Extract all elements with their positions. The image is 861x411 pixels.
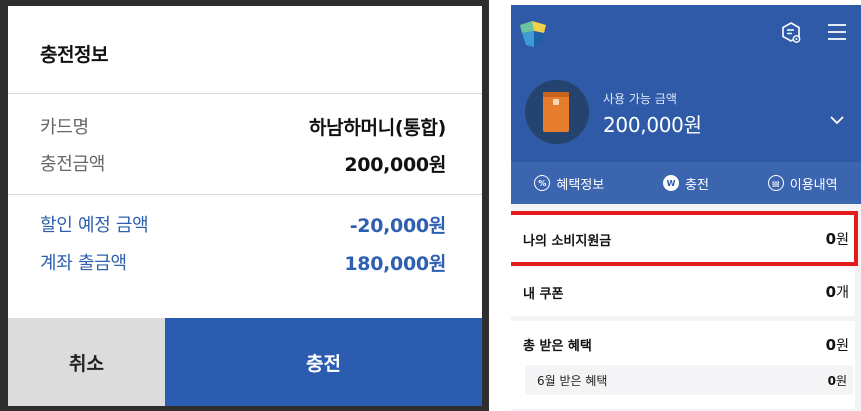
card-thumbnail [525, 80, 589, 144]
won-icon: W [663, 175, 680, 191]
spending-support-label: 나의 소비지원금 [523, 233, 612, 249]
menu-icon[interactable] [825, 21, 849, 43]
discount-value: -20,000원 [349, 214, 447, 237]
tab-label: 이용내역 [789, 177, 838, 193]
tab-history[interactable]: ▤ 이용내역 [744, 162, 861, 204]
percent-icon: % [534, 175, 551, 191]
withdraw-value: 180,000원 [344, 252, 446, 275]
divider [8, 194, 482, 195]
card-name-value: 하남하머니(통합) [308, 116, 446, 139]
unit: 개 [836, 285, 849, 301]
spending-support-item[interactable]: 나의 소비지원금 0원 [511, 215, 855, 263]
card-name-label: 카드명 [40, 117, 89, 138]
charge-amount-value: 200,000원 [344, 153, 446, 176]
balance-label: 사용 가능 금액 [603, 92, 677, 106]
dialog-title: 충전정보 [40, 44, 108, 66]
discount-row: 할인 예정 금액 -20,000원 [40, 210, 446, 238]
app-header [511, 5, 861, 60]
divider [8, 93, 482, 94]
withdraw-label: 계좌 출금액 [40, 253, 127, 274]
charge-amount-row: 충전금액 200,000원 [40, 149, 446, 177]
dialog-backdrop: 충전정보 카드명 하남하머니(통합) 충전금액 200,000원 할인 예정 금… [0, 0, 489, 411]
total-benefit-value: 0원 [826, 335, 849, 355]
monthly-benefit-label: 6월 받은 혜택 [537, 373, 608, 388]
history-icon: ▤ [767, 175, 784, 191]
charge-button[interactable]: 충전 [165, 318, 482, 406]
spending-support-value: 0원 [826, 229, 849, 249]
discount-label: 할인 예정 금액 [40, 215, 149, 236]
tab-label: 혜택정보 [556, 177, 605, 193]
tab-charge[interactable]: W 충전 [628, 162, 745, 204]
card-image [543, 92, 569, 132]
app-screen: 사용 가능 금액 200,000원 % 혜택정보 W 충전 ▤ 이용내역 나의 … [511, 5, 861, 411]
balance-amount: 200,000원 [603, 113, 702, 137]
monthly-benefit-item[interactable]: 6월 받은 혜택 0원 [525, 365, 853, 395]
charge-info-dialog: 충전정보 카드명 하남하머니(통합) 충전금액 200,000원 할인 예정 금… [8, 6, 482, 406]
tab-benefits[interactable]: % 혜택정보 [511, 162, 628, 204]
unit: 원 [835, 373, 847, 388]
card-name-row: 카드명 하남하머니(통합) [40, 112, 446, 140]
charge-amount-label: 충전금액 [40, 154, 106, 175]
coupons-label: 내 쿠폰 [523, 286, 564, 302]
notice-settings-icon[interactable] [779, 21, 803, 45]
benefit-list: 나의 소비지원금 0원 내 쿠폰 0개 총 받은 혜택 0원 6월 받은 혜택 … [511, 204, 861, 411]
balance-section[interactable]: 사용 가능 금액 200,000원 [511, 60, 861, 162]
spending-support-number: 0 [825, 230, 837, 248]
monthly-benefit-number: 0 [827, 373, 836, 388]
quick-menu: % 혜택정보 W 충전 ▤ 이용내역 [511, 162, 861, 204]
coupons-item[interactable]: 내 쿠폰 0개 [511, 268, 855, 316]
unit: 원 [836, 232, 849, 248]
coupons-number: 0 [825, 283, 837, 301]
unit: 원 [836, 338, 849, 354]
app-logo-icon [520, 21, 546, 47]
tab-label: 충전 [685, 177, 709, 193]
coupons-value: 0개 [826, 282, 849, 302]
chevron-down-icon[interactable] [829, 115, 845, 125]
withdraw-row: 계좌 출금액 180,000원 [40, 248, 446, 276]
monthly-benefit-value: 0원 [828, 372, 847, 389]
total-benefit-number: 0 [825, 336, 837, 354]
total-benefit-label: 총 받은 혜택 [523, 339, 592, 354]
cancel-button[interactable]: 취소 [8, 318, 165, 406]
